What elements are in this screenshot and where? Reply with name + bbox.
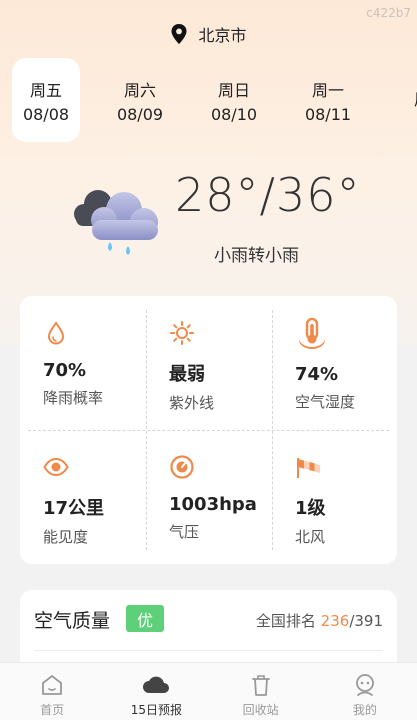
sun-icon [170,321,194,345]
robot-avatar-icon [355,674,374,696]
stat-wind: 1级 北风 [272,430,397,564]
tab-label: 我的 [352,703,377,717]
eye-icon [43,457,69,477]
cloud-rain-icon [74,190,158,255]
stat-humidity: 74% 空气湿度 [272,296,397,430]
day-date: 08/08 [22,104,70,124]
stat-value: 17公里 [43,498,105,519]
day-weekday: 周一 [311,80,344,100]
day-date: 08/11 [304,104,352,124]
stat-rain-probability: 70% 降雨概率 [20,296,146,430]
tab-label: 15日预报 [130,703,183,717]
tab-home[interactable]: 首页 [0,663,104,720]
location-pin-icon [171,24,187,44]
card-divider [34,650,383,651]
stat-value: 74% [295,364,339,385]
stat-value: 1级 [295,498,326,519]
tab-label: 回收站 [242,703,279,717]
weather-description: 小雨转小雨 [214,246,299,266]
stat-label: 气压 [169,523,200,541]
rank-total: /391 [349,612,383,630]
day-tab-2[interactable]: 周日 08/10 [200,58,268,142]
air-quality-title: 空气质量 [34,610,111,632]
stat-value: 70% [43,360,87,381]
location-header[interactable]: 北京市 [0,22,417,46]
thermometer-icon [299,317,325,349]
tab-profile[interactable]: 我的 [313,663,417,720]
day-selector[interactable]: 周五 08/08 周六 08/09 周日 08/10 周一 08/11 周 [12,58,417,142]
stat-visibility: 17公里 能见度 [20,430,146,564]
city-name: 北京市 [198,26,247,45]
stat-label: 紫外线 [169,394,215,412]
stat-pressure: 1003hpa 气压 [146,430,272,564]
day-date: 08/09 [116,104,164,124]
air-quality-badge: 优 [126,605,164,632]
stat-value: 最弱 [169,364,205,385]
air-quality-rank: 全国排名 236/391 [256,610,383,631]
stat-label: 空气湿度 [295,393,356,411]
day-tab-3[interactable]: 周一 08/11 [294,58,362,142]
rank-label: 全国排名 [255,612,316,630]
temperature-range: 28°/36° [175,168,361,222]
day-tab-0[interactable]: 周五 08/08 [12,58,80,142]
day-tab-1[interactable]: 周六 08/09 [106,58,174,142]
stat-uv: 最弱 紫外线 [146,296,272,430]
home-icon [42,675,63,695]
rank-value: 236 [320,612,350,630]
raindrop-icon [47,321,65,345]
stat-label: 降雨概率 [43,389,104,407]
day-date: 08/10 [210,104,258,124]
watermark: c422b7 [366,6,411,20]
day-weekday: 周日 [217,80,250,100]
day-weekday: 周六 [123,80,156,100]
gauge-icon [170,455,194,479]
day-tab-4[interactable]: 周 [388,58,417,142]
stat-label: 北风 [295,528,326,546]
windsock-icon [297,458,320,478]
tab-label: 首页 [40,703,65,717]
tab-forecast[interactable]: 15日预报 [104,663,208,720]
stat-value: 1003hpa [169,494,257,515]
cloud-icon [143,676,170,693]
grid-divider [28,430,389,431]
trash-icon [251,675,270,696]
stat-label: 能见度 [43,528,89,546]
bottom-tab-bar: 首页 15日预报 回收站 我的 [0,662,417,720]
tab-recycle-bin[interactable]: 回收站 [209,663,313,720]
day-weekday: 周五 [29,80,62,100]
weather-stats-card: 70% 降雨概率 最弱 紫外线 74% 空气湿度 17公里 能见度 1003hp… [20,296,397,564]
